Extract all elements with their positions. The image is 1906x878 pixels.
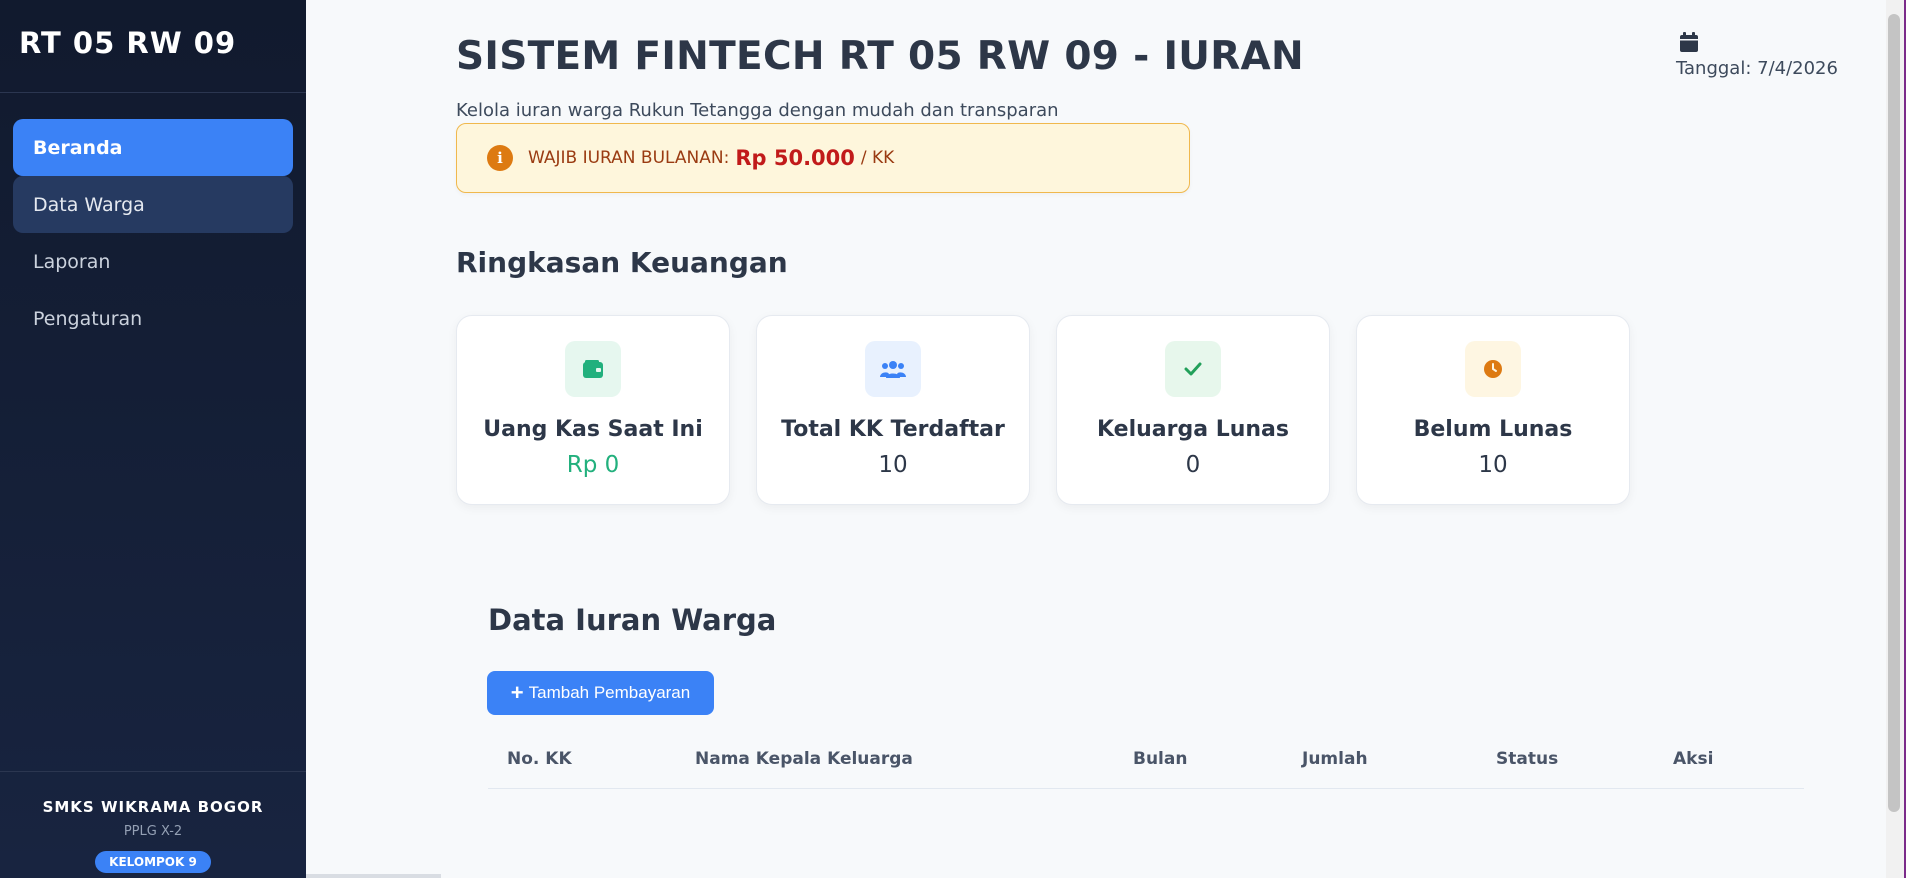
card-title: Belum Lunas: [1413, 417, 1573, 442]
card-value: 0: [1185, 452, 1201, 478]
notice-unit: / KK: [860, 148, 895, 168]
add-payment-button[interactable]: + Tambah Pembayaran: [487, 671, 714, 715]
sidebar: RT 05 RW 09 Beranda Data Warga Laporan P…: [0, 0, 306, 878]
card-value: Rp 0: [566, 452, 620, 478]
main-content: SISTEM FINTECH RT 05 RW 09 - IURAN Kelol…: [306, 0, 1886, 878]
col-jumlah: Jumlah: [1302, 749, 1368, 769]
info-icon: i: [487, 145, 513, 171]
card-value: 10: [878, 452, 908, 478]
sidebar-item-data-warga[interactable]: Data Warga: [13, 176, 293, 233]
wallet-icon: [565, 341, 621, 397]
notice-amount: Rp 50.000: [735, 146, 855, 170]
date-text: Tanggal: 7/4/2026: [1676, 58, 1838, 79]
sidebar-item-pengaturan[interactable]: Pengaturan: [13, 290, 293, 347]
check-icon: [1165, 341, 1221, 397]
summary-title: Ringkasan Keuangan: [456, 246, 788, 279]
col-no-kk: No. KK: [507, 749, 572, 769]
sidebar-item-beranda[interactable]: Beranda: [13, 119, 293, 176]
col-nama-kepala-keluarga: Nama Kepala Keluarga: [695, 749, 913, 769]
sidebar-nav: Beranda Data Warga Laporan Pengaturan: [0, 93, 306, 347]
sidebar-brand: RT 05 RW 09: [0, 0, 306, 93]
add-payment-label: Tambah Pembayaran: [528, 683, 691, 702]
sidebar-item-laporan[interactable]: Laporan: [13, 233, 293, 290]
card-value: 10: [1478, 452, 1508, 478]
calendar-icon: [1680, 32, 1698, 52]
scrollbar-thumb[interactable]: [1888, 14, 1900, 812]
group-badge: KELOMPOK 9: [95, 851, 211, 873]
class-name: PPLG X-2: [123, 824, 183, 839]
date-display: Tanggal: 7/4/2026: [1676, 32, 1838, 79]
sidebar-footer: SMKS WIKRAMA BOGOR PPLG X-2 KELOMPOK 9: [0, 771, 306, 878]
data-iuran-title: Data Iuran Warga: [488, 603, 777, 637]
users-icon: [865, 341, 921, 397]
horizontal-scroll-strip: [306, 874, 441, 878]
card-keluarga-lunas: Keluarga Lunas 0: [1056, 315, 1330, 505]
clock-icon: [1465, 341, 1521, 397]
table-header: No. KK Nama Kepala Keluarga Bulan Jumlah…: [488, 733, 1804, 789]
card-title: Uang Kas Saat Ini: [483, 417, 703, 442]
notice-label: WAJIB IURAN BULANAN:: [528, 148, 730, 168]
card-title: Total KK Terdaftar: [781, 417, 1005, 442]
card-title: Keluarga Lunas: [1096, 417, 1290, 442]
page-subtitle: Kelola iuran warga Rukun Tetangga dengan…: [456, 100, 1059, 121]
col-bulan: Bulan: [1133, 749, 1188, 769]
dues-notice: i WAJIB IURAN BULANAN: Rp 50.000 / KK: [456, 123, 1190, 193]
plus-icon: +: [510, 680, 524, 705]
school-name: SMKS WIKRAMA BOGOR: [42, 798, 264, 816]
card-belum-lunas: Belum Lunas 10: [1356, 315, 1630, 505]
card-uang-kas: Uang Kas Saat Ini Rp 0: [456, 315, 730, 505]
col-status: Status: [1496, 749, 1559, 769]
card-total-kk: Total KK Terdaftar 10: [756, 315, 1030, 505]
page-title: SISTEM FINTECH RT 05 RW 09 - IURAN: [456, 34, 1304, 79]
summary-cards: Uang Kas Saat Ini Rp 0 Total KK Terdafta…: [456, 315, 1630, 505]
col-aksi: Aksi: [1673, 749, 1714, 769]
